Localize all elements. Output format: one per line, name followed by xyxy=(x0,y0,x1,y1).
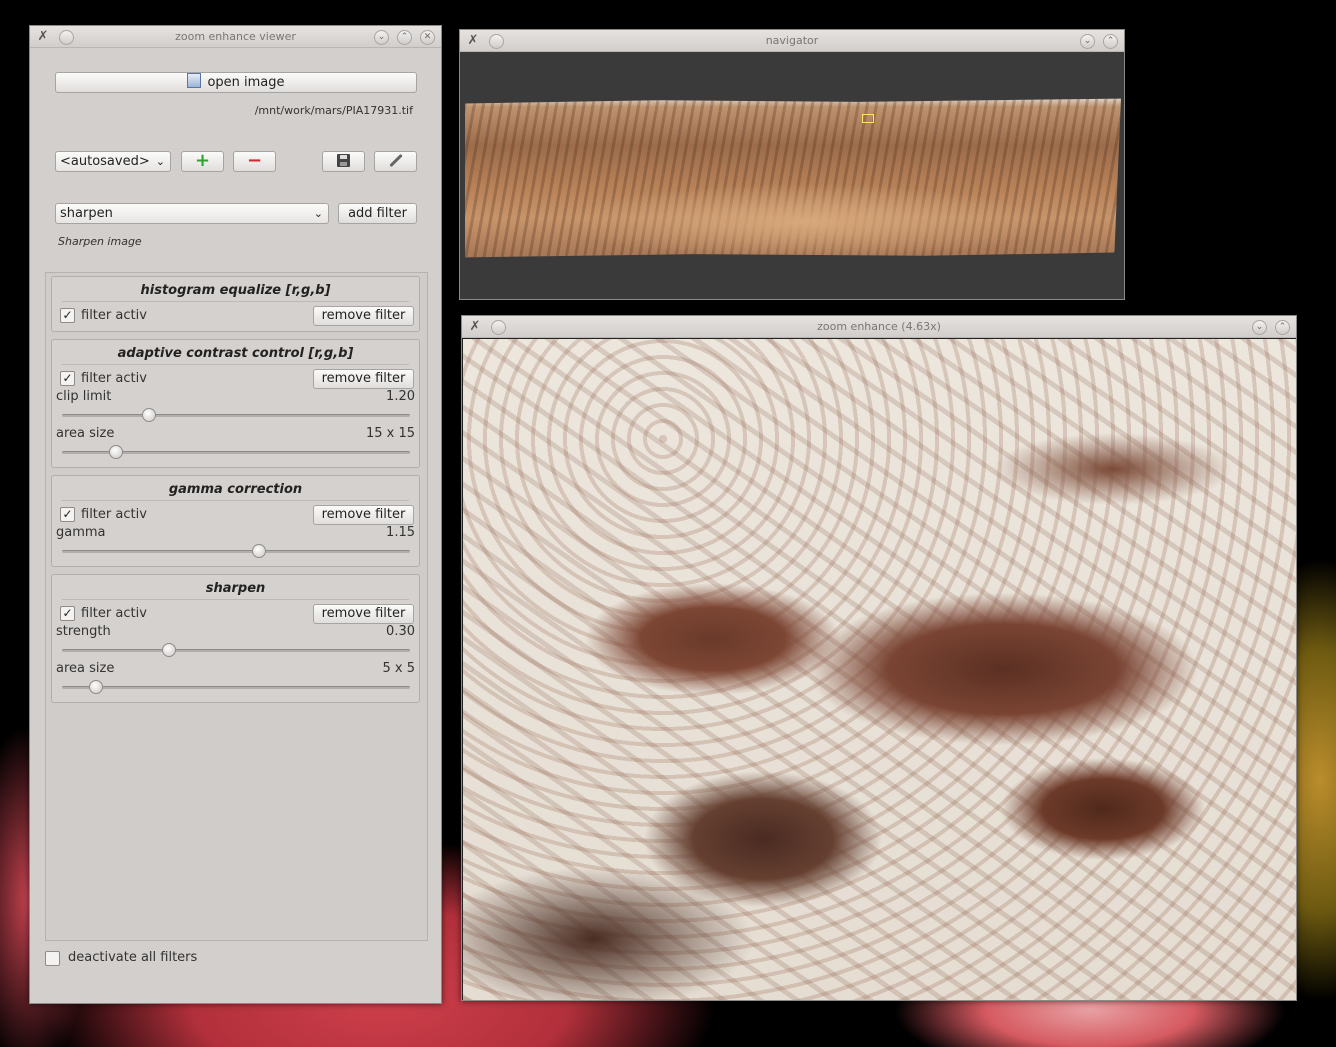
viewport-rectangle[interactable] xyxy=(862,114,874,123)
filter-active-label: filter activ xyxy=(81,371,147,386)
zoom-window-title: zoom enhance (4.63x) xyxy=(817,320,941,333)
file-path: /mnt/work/mars/PIA17931.tif xyxy=(254,104,413,117)
param-value-gamma: 1.15 xyxy=(386,525,415,540)
navigator-window: ✗ navigator ⌄ ⌃ xyxy=(459,29,1125,300)
slider-track[interactable] xyxy=(62,414,410,417)
open-image-label: open image xyxy=(207,75,285,90)
plus-icon: + xyxy=(194,150,211,171)
menu-icon[interactable] xyxy=(489,34,504,49)
param-label-gamma: gamma xyxy=(56,525,106,540)
remove-preset-button[interactable]: − xyxy=(233,151,276,172)
settings-button[interactable] xyxy=(374,151,417,172)
filter-active-checkbox[interactable]: ✓ xyxy=(60,507,75,522)
add-preset-button[interactable]: + xyxy=(181,151,224,172)
add-filter-button[interactable]: add filter xyxy=(338,203,417,224)
remove-filter-button[interactable]: remove filter xyxy=(313,604,414,624)
filter-group-sharpen: sharpen ✓ filter activ remove filter str… xyxy=(51,574,420,703)
menu-icon[interactable] xyxy=(491,320,506,335)
param-label-area-size: area size xyxy=(56,426,115,441)
navigator-canvas[interactable] xyxy=(461,53,1123,299)
remove-filter-button[interactable]: remove filter xyxy=(313,369,414,389)
filter-group-histogram-equalize: histogram equalize [r,g,b] ✓ filter acti… xyxy=(51,276,420,332)
filter-active-label: filter activ xyxy=(81,606,147,621)
navigator-window-title: navigator xyxy=(765,34,819,47)
filter-active-label: filter activ xyxy=(81,308,147,323)
preset-select-value: <autosaved> xyxy=(60,154,150,169)
minimize-icon[interactable]: ⌄ xyxy=(1252,320,1267,335)
floppy-disk-icon xyxy=(337,154,350,167)
save-button[interactable] xyxy=(322,151,365,172)
preset-select[interactable]: <autosaved> ⌄ xyxy=(55,151,171,172)
area-size-slider[interactable] xyxy=(88,680,103,694)
param-label-clip-limit: clip limit xyxy=(56,389,112,404)
clip-limit-slider[interactable] xyxy=(142,408,157,422)
panorama-image xyxy=(465,98,1121,258)
param-value-strength: 0.30 xyxy=(386,624,415,639)
app-icon[interactable]: ✗ xyxy=(467,319,483,335)
maximize-icon[interactable]: ⌃ xyxy=(1275,320,1290,335)
param-value-area-size: 5 x 5 xyxy=(382,661,416,676)
filter-group-adaptive-contrast: adaptive contrast control [r,g,b] ✓ filt… xyxy=(51,339,420,468)
filter-title: sharpen xyxy=(205,581,266,596)
zoomed-image[interactable] xyxy=(463,339,1296,1000)
filter-title: adaptive contrast control [r,g,b] xyxy=(117,346,354,361)
param-label-area-size: area size xyxy=(56,661,115,676)
chevron-down-icon: ⌄ xyxy=(313,207,323,220)
strength-slider[interactable] xyxy=(162,643,177,657)
param-value-area-size: 15 x 15 xyxy=(365,426,415,441)
filter-active-label: filter activ xyxy=(81,507,147,522)
menu-icon[interactable] xyxy=(59,30,74,45)
minimize-icon[interactable]: ⌄ xyxy=(1080,34,1095,49)
open-image-button[interactable]: open image xyxy=(55,72,417,93)
gamma-slider[interactable] xyxy=(252,544,267,558)
slider-track[interactable] xyxy=(62,686,410,689)
filter-type-select[interactable]: sharpen ⌄ xyxy=(55,203,329,224)
slider-track[interactable] xyxy=(62,550,410,553)
document-icon xyxy=(187,73,202,88)
param-value-clip-limit: 1.20 xyxy=(386,389,415,404)
area-size-slider[interactable] xyxy=(108,445,123,459)
filter-description: Sharpen image xyxy=(58,235,142,248)
main-window-title: zoom enhance viewer xyxy=(175,30,296,43)
minus-icon: − xyxy=(246,150,263,171)
zoom-enhance-window: ✗ zoom enhance (4.63x) ⌄ ⌃ xyxy=(461,315,1297,1001)
filter-active-checkbox[interactable]: ✓ xyxy=(60,308,75,323)
deactivate-all-label: deactivate all filters xyxy=(68,950,198,965)
remove-filter-button[interactable]: remove filter xyxy=(313,306,414,326)
filter-active-checkbox[interactable]: ✓ xyxy=(60,606,75,621)
remove-filter-button[interactable]: remove filter xyxy=(313,505,414,525)
slider-track[interactable] xyxy=(62,649,410,652)
filter-title: gamma correction xyxy=(168,482,303,497)
app-icon[interactable]: ✗ xyxy=(465,33,481,49)
app-icon[interactable]: ✗ xyxy=(35,29,51,45)
filter-title: histogram equalize [r,g,b] xyxy=(140,283,331,298)
close-icon[interactable]: ✕ xyxy=(420,30,435,45)
filter-group-gamma-correction: gamma correction ✓ filter activ remove f… xyxy=(51,475,420,567)
filter-type-value: sharpen xyxy=(60,206,113,221)
maximize-icon[interactable]: ⌃ xyxy=(1103,34,1118,49)
param-label-strength: strength xyxy=(56,624,111,639)
deactivate-all-checkbox[interactable] xyxy=(45,951,60,966)
chevron-down-icon: ⌄ xyxy=(155,155,165,168)
maximize-icon[interactable]: ⌃ xyxy=(397,30,412,45)
navigator-titlebar[interactable]: ✗ navigator ⌄ ⌃ xyxy=(460,30,1124,52)
filter-active-checkbox[interactable]: ✓ xyxy=(60,371,75,386)
main-titlebar[interactable]: ✗ zoom enhance viewer ⌄ ⌃ ✕ xyxy=(30,26,441,48)
minimize-icon[interactable]: ⌄ xyxy=(374,30,389,45)
wrench-icon xyxy=(388,153,403,168)
zoom-titlebar[interactable]: ✗ zoom enhance (4.63x) ⌄ ⌃ xyxy=(462,316,1296,338)
